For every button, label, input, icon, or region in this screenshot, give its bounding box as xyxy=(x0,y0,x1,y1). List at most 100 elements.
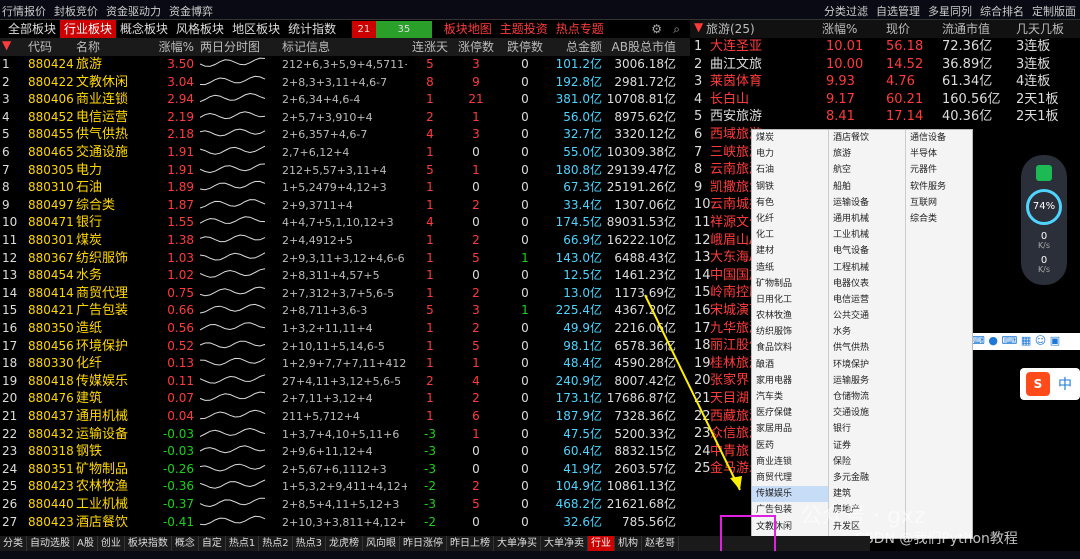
header-limit-down[interactable]: 跌停数 xyxy=(500,38,550,55)
header-info[interactable]: 标记信息 xyxy=(282,38,407,55)
top-right-item[interactable]: 定制版面 xyxy=(1032,5,1076,18)
industry-menu-item[interactable]: 供气供热 xyxy=(829,340,905,356)
top-right-item[interactable]: 分类过滤 xyxy=(824,5,868,18)
industry-menu-item[interactable]: 化纤 xyxy=(752,211,828,227)
industry-menu-item[interactable]: 酿酒 xyxy=(752,357,828,373)
industry-menu-item[interactable]: 运输设备 xyxy=(829,195,905,211)
bottom-tab[interactable]: 大单净买 xyxy=(494,536,541,551)
table-row[interactable]: 13 880454 水务 1.02 2+8,311+4,57+5 1 0 0 12.5亿 1461… xyxy=(0,267,690,285)
table-row[interactable]: 18 880330化纤 0.13 1+2,9+7,7+7,11+412+8 1 1 0 48.… xyxy=(0,355,690,373)
industry-menu-item[interactable]: 证券 xyxy=(829,438,905,454)
bottom-tab[interactable]: 自定 xyxy=(199,536,226,551)
top-right-item[interactable]: 多星同列 xyxy=(928,5,972,18)
table-row[interactable]: 4 880452 电信运营 2.19 2+5,7+3,910+4 2 1 0 56.0亿 8975… xyxy=(0,109,690,127)
industry-menu-item[interactable]: 通用机械 xyxy=(829,211,905,227)
sort-arrow-icon[interactable]: ▼ xyxy=(2,38,24,52)
table-row[interactable]: 11 880301 煤炭 1.38 2+4,4912+5 1 2 0 66.9亿 16222.10… xyxy=(0,232,690,250)
industry-menu-item[interactable]: 医药 xyxy=(752,438,828,454)
industry-menu-item[interactable]: 保险 xyxy=(829,454,905,470)
table-row[interactable]: 19 880418 传媒娱乐 0.11 27+4,11+3,12+5,6-5 2 4 0 240… xyxy=(0,373,690,391)
industry-menu-item[interactable]: 商贸代理 xyxy=(752,470,828,486)
header-chart[interactable]: 两日分时图 xyxy=(200,38,270,55)
bottom-tab[interactable]: 板块指数 xyxy=(125,536,172,551)
table-row[interactable]: 20 880476 建筑 0.07 2+7,11+3,12+4 1 2 0 173.1亿 1768… xyxy=(0,390,690,408)
table-row[interactable]: 3 880406 商业连锁 2.94 2+6,34+4,6-4 1 21 0 381.0亿 107… xyxy=(0,91,690,109)
industry-menu-item[interactable]: 仓储物流 xyxy=(829,389,905,405)
industry-menu-item[interactable]: 交通设施 xyxy=(829,405,905,421)
bottom-tab[interactable]: 大单净卖 xyxy=(541,536,588,551)
bottom-tab[interactable]: 赵老哥 xyxy=(642,536,679,551)
bottom-tab[interactable]: 创业 xyxy=(98,536,125,551)
top-menu-item[interactable]: 资金驱动力 xyxy=(106,5,161,18)
top-right-item[interactable]: 自选管理 xyxy=(876,5,920,18)
sogou-ime-badge[interactable]: S 中 xyxy=(1020,368,1080,400)
table-row[interactable]: 9 880497 综合类 1.87 2+9,3711+4 1 2 0 33.4亿 1307.06亿 xyxy=(0,197,690,215)
table-row[interactable]: 21 880437 通用机械 0.04 211+5,712+4 1 6 0 187.9亿 7328… xyxy=(0,408,690,426)
header-name[interactable]: 名称 xyxy=(76,38,150,55)
top-menu-item[interactable]: 封板竞价 xyxy=(54,5,98,18)
bottom-tab[interactable]: 分类 xyxy=(0,536,27,551)
industry-menu-item[interactable]: 有色 xyxy=(752,195,828,211)
settings-icon[interactable]: ⚙ xyxy=(647,20,666,38)
header-boards[interactable]: 几天几板 xyxy=(1016,20,1064,37)
table-row[interactable]: 10 880471 银行 1.55 4+4,7+5,1,10,12+3 4 0 0 174.5亿… xyxy=(0,214,690,232)
table-row[interactable]: 17 880456 环境保护 0.52 2+10,11+5,14,6-5 1 5 0 98.1亿… xyxy=(0,338,690,356)
industry-menu-item[interactable]: 农林牧渔 xyxy=(752,308,828,324)
industry-menu-item[interactable]: 公共交通 xyxy=(829,308,905,324)
header-float-cap[interactable]: 流通市值 xyxy=(942,20,990,37)
industry-menu-item[interactable]: 石油 xyxy=(752,162,828,178)
tab-4[interactable]: 地区板块 xyxy=(228,20,284,38)
bottom-tab[interactable]: 机构 xyxy=(615,536,642,551)
industry-menu-item[interactable]: 银行 xyxy=(829,421,905,437)
top-menu-item[interactable]: 资金博弈 xyxy=(169,5,213,18)
table-row[interactable]: 25 880423 农林牧渔 -0.36 1+5,3,2+9,411+4,12+5 -2 2… xyxy=(0,478,690,496)
header-change[interactable]: 涨幅% xyxy=(150,38,194,55)
bottom-tab[interactable]: 风向眼 xyxy=(363,536,400,551)
industry-menu-item[interactable]: 家用电器 xyxy=(752,373,828,389)
network-speed-widget[interactable]: 74% 0 K/s 0 K/s xyxy=(1021,155,1067,285)
search-icon[interactable]: ⌕ xyxy=(669,20,684,38)
table-row[interactable]: 22 880432 运输设备 -0.03 1+3,7+4,10+5,11+6 -3 1 0 47… xyxy=(0,426,690,444)
tab-1[interactable]: 行业板块 xyxy=(60,20,117,38)
industry-menu-item[interactable]: 商业连锁 xyxy=(752,454,828,470)
tab-3[interactable]: 风格板块 xyxy=(172,20,228,38)
industry-menu-item[interactable]: 半导体 xyxy=(906,146,972,162)
feature-tab[interactable]: 主题投资 xyxy=(496,20,552,38)
feature-tab[interactable]: 板块地图 xyxy=(440,20,496,38)
industry-menu-item[interactable]: 航空 xyxy=(829,162,905,178)
table-row[interactable]: 8 880310 石油 1.89 1+5,2479+4,12+3 1 0 0 67.3亿 2519… xyxy=(0,179,690,197)
tab-2[interactable]: 概念板块 xyxy=(116,20,172,38)
top-right-item[interactable]: 综合排名 xyxy=(980,5,1024,18)
industry-menu-item[interactable]: 旅游 xyxy=(829,146,905,162)
stock-row[interactable]: 1 大连圣亚 10.01 56.18 72.36亿 3连板 xyxy=(690,38,1080,55)
industry-menu-item[interactable]: 纺织服饰 xyxy=(752,324,828,340)
keyboard-icon[interactable]: ⌨ ● ⌨ ▦ ☺ ▣ xyxy=(969,334,1060,347)
industry-menu-item[interactable]: 通信设备 xyxy=(906,130,972,146)
sort-arrow-icon[interactable]: ▼ xyxy=(694,20,703,34)
industry-menu-item[interactable]: 日用化工 xyxy=(752,292,828,308)
bottom-tab[interactable]: A股 xyxy=(74,536,98,551)
industry-menu-item[interactable]: 工程机械 xyxy=(829,260,905,276)
feature-tab[interactable]: 热点专题 xyxy=(552,20,608,38)
stock-row[interactable]: 5 西安旅游 8.41 17.14 40.36亿 2天1板 xyxy=(690,108,1080,125)
industry-menu-item[interactable]: 船舶 xyxy=(829,179,905,195)
bottom-tab[interactable]: 自动选股 xyxy=(27,536,74,551)
industry-menu-item[interactable]: 矿物制品 xyxy=(752,276,828,292)
table-row[interactable]: 1 880424 旅游 3.50 212+6,3+5,9+4,5711+3 5 3 0 101.… xyxy=(0,56,690,74)
industry-menu-item[interactable]: 钢铁 xyxy=(752,179,828,195)
bottom-tab[interactable]: 概念 xyxy=(172,536,199,551)
table-row[interactable]: 16 880350 造纸 0.56 1+3,2+11,11+4 1 2 0 49.9亿 2216.… xyxy=(0,320,690,338)
industry-menu-item[interactable]: 电力 xyxy=(752,146,828,162)
header-code[interactable]: 代码 xyxy=(28,38,74,55)
industry-menu-item[interactable]: 多元金融 xyxy=(829,470,905,486)
industry-menu-item[interactable]: 酒店餐饮 xyxy=(829,130,905,146)
header-limit-up[interactable]: 涨停数 xyxy=(455,38,497,55)
industry-menu-item[interactable]: 化工 xyxy=(752,227,828,243)
industry-menu-item[interactable]: 电气设备 xyxy=(829,243,905,259)
stock-row[interactable]: 2 曲江文旅 10.00 14.52 36.89亿 3连板 xyxy=(690,56,1080,73)
table-row[interactable]: 15 880421 广告包装 0.66 2+8,711+3,6-3 5 3 1 225.4亿 43… xyxy=(0,302,690,320)
bottom-tab[interactable]: 昨日涨停 xyxy=(400,536,447,551)
industry-menu-item[interactable]: 医疗保健 xyxy=(752,405,828,421)
header-streak[interactable]: 连涨天 xyxy=(408,38,452,55)
industry-menu-item[interactable]: 建材 xyxy=(752,243,828,259)
